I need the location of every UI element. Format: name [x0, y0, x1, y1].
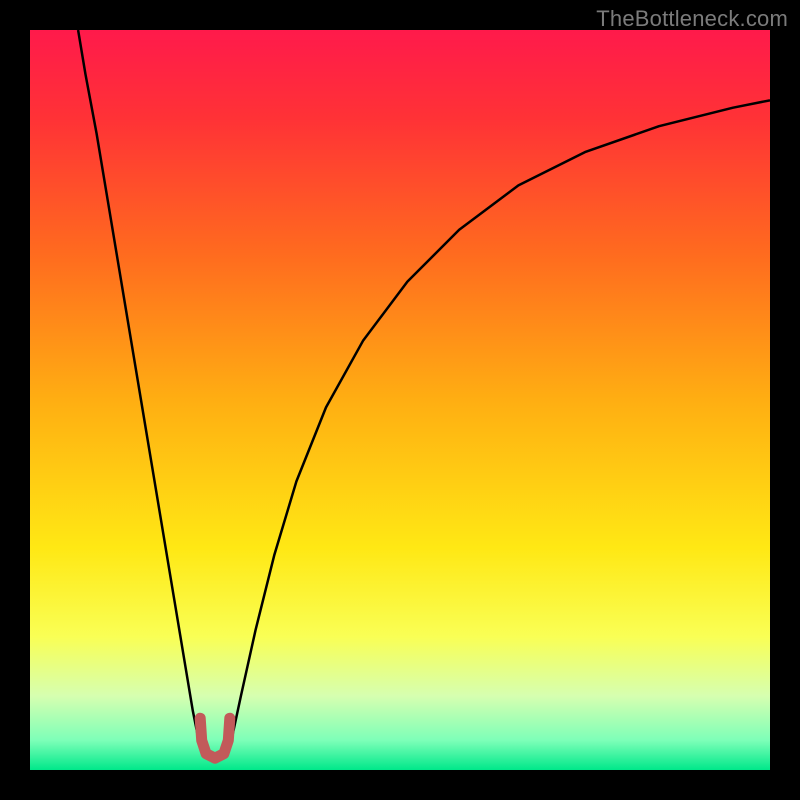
plot-area [30, 30, 770, 770]
chart-svg [30, 30, 770, 770]
chart-frame: TheBottleneck.com [0, 0, 800, 800]
watermark-text: TheBottleneck.com [596, 6, 788, 32]
